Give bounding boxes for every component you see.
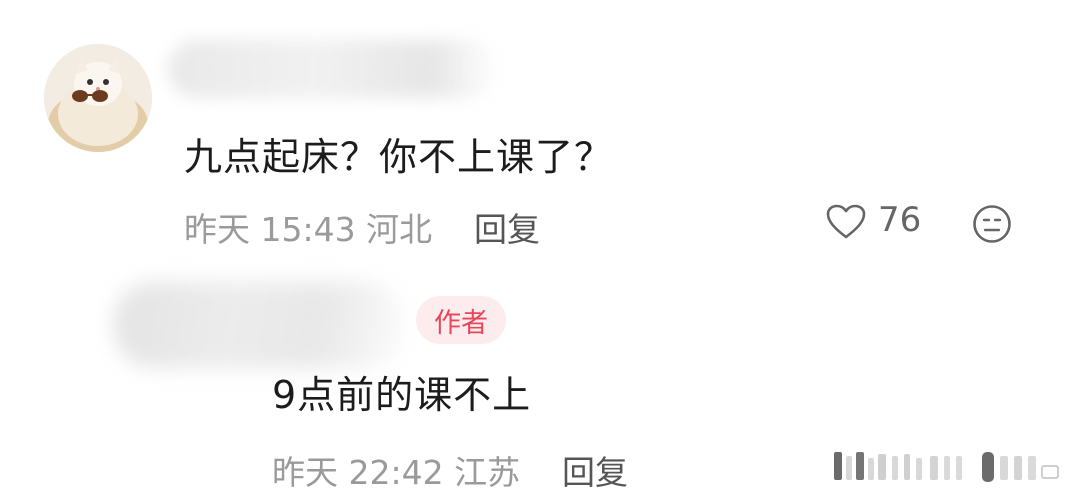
meh-face-icon[interactable] <box>972 204 1012 244</box>
comment-time: 昨天 15:43 <box>184 210 356 249</box>
reply-button[interactable]: 回复 <box>474 203 540 251</box>
like-count: 76 <box>878 200 922 240</box>
cat-avatar-icon <box>44 44 152 152</box>
avatar[interactable] <box>44 44 152 152</box>
blurred-username <box>168 40 498 98</box>
heart-outline-icon[interactable] <box>826 204 866 240</box>
author-badge: 作者 <box>416 296 506 344</box>
comment-meta: 昨天 15:43 河北 <box>184 203 432 251</box>
watermark-logo <box>834 448 1064 484</box>
reply-meta: 昨天 22:42 江苏 <box>272 446 520 494</box>
reply-text: 9点前的课不上 <box>272 373 532 417</box>
reply-location: 江苏 <box>454 453 521 492</box>
comment-text: 九点起床？你不上课了？ <box>184 135 614 179</box>
reply-reply-button[interactable]: 回复 <box>562 446 628 494</box>
comment-location: 河北 <box>366 210 433 249</box>
reply-time: 昨天 22:42 <box>272 453 444 492</box>
blurred-reply-avatar-and-name <box>114 282 404 368</box>
